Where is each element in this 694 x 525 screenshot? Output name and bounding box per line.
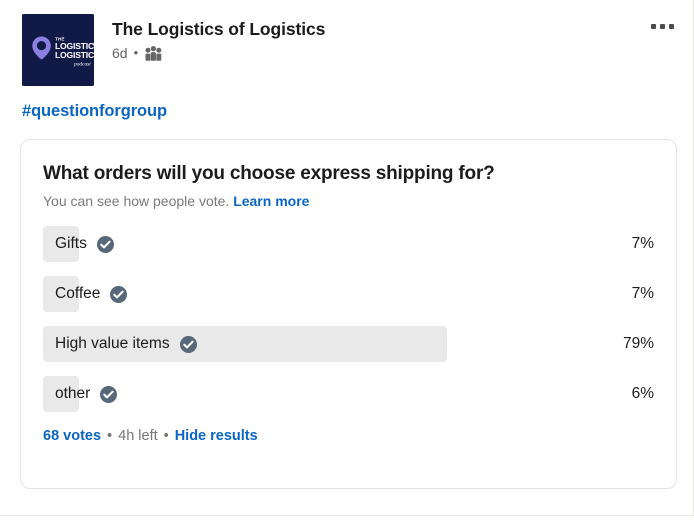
more-options-dot-1	[650, 23, 656, 29]
svg-text:LOGISTICS: LOGISTICS	[55, 50, 94, 60]
poll-footer: 68 votes • 4h left • Hide results	[43, 426, 654, 446]
poll-option-label: other	[55, 385, 91, 402]
meta-separator: •	[133, 45, 139, 60]
hide-results-button[interactable]: Hide results	[175, 426, 258, 446]
poll-option-1[interactable]: Coffee 7%	[43, 276, 654, 312]
poll-option-label: Coffee	[55, 285, 101, 302]
post-timestamp: 6d	[112, 45, 128, 61]
check-badge-icon	[179, 335, 197, 353]
author-name[interactable]: The Logistics of Logistics	[112, 18, 677, 40]
poll-option-percent: 7%	[631, 285, 654, 302]
more-options-button[interactable]	[645, 12, 679, 40]
poll-option-2[interactable]: High value items 79%	[43, 326, 654, 362]
group-people-icon	[144, 45, 163, 61]
poll-option-percent: 79%	[622, 335, 654, 352]
avatar[interactable]: THE LOGISTICS OF LOGISTICS podcast	[22, 14, 94, 86]
poll-option-content: Gifts	[55, 226, 114, 262]
poll-option-content: High value items	[55, 326, 197, 362]
poll-option-0[interactable]: Gifts 7%	[43, 226, 654, 262]
poll-subtext: You can see how people vote. Learn more	[43, 192, 654, 210]
check-badge-icon	[96, 235, 114, 253]
learn-more-link[interactable]: Learn more	[233, 193, 309, 209]
post-body: #questionforgroup	[0, 86, 693, 121]
poll-option-track: High value items	[43, 326, 594, 362]
poll-option-content: other	[55, 376, 118, 412]
logistics-of-logistics-logo-icon: THE LOGISTICS OF LOGISTICS podcast	[22, 14, 94, 86]
post-meta: 6d •	[112, 44, 677, 62]
svg-text:podcast: podcast	[73, 62, 91, 68]
poll-subtext-text: You can see how people vote.	[43, 193, 230, 209]
poll-options-list: Gifts 7% Coffee 7% High value items 79% …	[43, 226, 654, 412]
post-header: THE LOGISTICS OF LOGISTICS podcast The L…	[0, 0, 693, 86]
poll-option-3[interactable]: other 6%	[43, 376, 654, 412]
more-options-dot-2	[659, 23, 665, 29]
poll-option-track: Coffee	[43, 276, 594, 312]
post-header-text: The Logistics of Logistics 6d •	[112, 14, 677, 62]
poll-option-percent: 6%	[631, 385, 654, 402]
poll-card: What orders will you choose express ship…	[20, 139, 677, 489]
footer-separator-1: •	[107, 428, 113, 444]
poll-option-content: Coffee	[55, 276, 128, 312]
footer-separator-2: •	[163, 428, 169, 444]
votes-count-link[interactable]: 68 votes	[43, 426, 101, 446]
poll-time-left: 4h left	[118, 428, 158, 444]
poll-question: What orders will you choose express ship…	[43, 163, 495, 184]
hashtag-link[interactable]: #questionforgroup	[22, 102, 167, 120]
poll-option-track: other	[43, 376, 594, 412]
check-badge-icon	[110, 285, 128, 303]
check-badge-icon	[100, 385, 118, 403]
poll-option-track: Gifts	[43, 226, 594, 262]
svg-text:OF: OF	[93, 42, 94, 47]
post-container: THE LOGISTICS OF LOGISTICS podcast The L…	[0, 0, 694, 516]
poll-option-percent: 7%	[631, 235, 654, 252]
poll-option-label: High value items	[55, 335, 170, 352]
more-options-dot-3	[668, 23, 674, 29]
poll-option-label: Gifts	[55, 235, 87, 252]
